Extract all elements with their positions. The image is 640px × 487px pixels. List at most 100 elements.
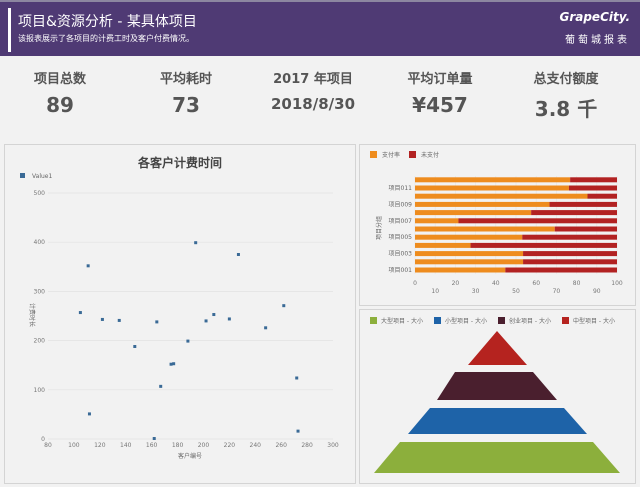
- scatter-point: [282, 304, 286, 308]
- scatter-x-tick: 160: [146, 442, 158, 449]
- bar-paid: [415, 267, 506, 273]
- scatter-y-tick: 100: [34, 387, 46, 394]
- scatter-point: [194, 241, 198, 245]
- bar-category-label: 项目005: [389, 234, 413, 241]
- bar-x-tick: 20: [452, 280, 460, 287]
- bar-unpaid: [554, 226, 617, 232]
- bar-unpaid: [549, 201, 617, 207]
- bar-paid: [415, 218, 459, 224]
- charts-canvas: 各客户计费时间 Value1 客户编号 计费时长 支付率 未支付 项目分组 0 1…: [20, 151, 623, 473]
- bar-paid: [415, 226, 555, 232]
- bar-unpaid: [531, 210, 617, 216]
- pyramid-legend-swatch: [434, 317, 441, 324]
- bar-paid: [415, 201, 550, 207]
- bar-x-tick: 100: [611, 280, 623, 287]
- bar-x-tick: 30: [472, 288, 480, 295]
- scatter-point: [236, 253, 240, 256]
- bar-x-tick: 60: [532, 280, 540, 287]
- scatter-point: [186, 339, 190, 343]
- scatter-x-tick: 140: [120, 442, 132, 449]
- bar-paid: [415, 234, 523, 240]
- scatter-y-tick: 300: [34, 288, 46, 295]
- scatter-y-tick: 400: [34, 239, 46, 246]
- bar-x-tick: 90: [593, 288, 601, 295]
- bar-unpaid: [587, 193, 617, 199]
- scatter-point: [227, 317, 231, 321]
- bar-category-label: 项目009: [389, 201, 413, 208]
- bar-x-tick: 70: [553, 288, 561, 295]
- bar-unpaid: [570, 177, 617, 183]
- bar-category-label: 项目007: [389, 218, 413, 225]
- bar-unpaid: [523, 259, 617, 265]
- scatter-x-tick: 280: [301, 442, 313, 449]
- scatter-legend-label[interactable]: Value1: [32, 173, 52, 180]
- scatter-x-tick: 120: [94, 442, 106, 449]
- pyramid-legend-label: 小型项目 - 大小: [445, 317, 487, 325]
- scatter-point: [296, 429, 300, 433]
- scatter-x-tick: 180: [172, 442, 184, 449]
- scatter-point: [100, 317, 104, 321]
- pyramid-legend-label: 大型项目 - 大小: [381, 317, 423, 325]
- scatter-title: 各客户计费时间: [137, 155, 222, 170]
- scatter-point: [264, 326, 268, 330]
- pyramid-level: [437, 372, 557, 400]
- bar-paid: [415, 210, 532, 216]
- pyramid-legend-swatch: [562, 317, 569, 324]
- bar-paid: [415, 242, 471, 248]
- scatter-point: [169, 362, 173, 366]
- bar-x-tick: 0: [413, 280, 417, 287]
- bar-legend-unpaid[interactable]: 未支付: [421, 151, 439, 159]
- scatter-x-tick: 300: [327, 442, 339, 449]
- scatter-point: [204, 319, 208, 323]
- bar-unpaid: [505, 267, 617, 273]
- bar-x-tick: 10: [431, 288, 439, 295]
- scatter-point: [133, 345, 137, 349]
- bar-category-label: 项目001: [389, 267, 413, 274]
- bar-unpaid: [470, 242, 617, 248]
- scatter-y-axis-title: 计费时长: [28, 303, 36, 327]
- scatter-x-tick: 200: [198, 442, 210, 449]
- scatter-x-axis-title: 客户编号: [178, 452, 202, 460]
- bar-paid: [415, 193, 588, 199]
- scatter-point: [295, 376, 299, 380]
- scatter-point: [86, 264, 90, 268]
- scatter-y-tick: 500: [34, 190, 46, 197]
- scatter-y-tick: 200: [34, 338, 46, 345]
- scatter-x-tick: 220: [224, 442, 236, 449]
- bar-category-label: 项目011: [389, 185, 413, 192]
- scatter-point: [87, 412, 91, 416]
- bar-legend-swatch-unpaid: [409, 151, 416, 158]
- scatter-point: [78, 311, 82, 315]
- bar-x-tick: 40: [492, 280, 500, 287]
- bar-x-tick: 50: [512, 288, 520, 295]
- bar-category-label: 项目003: [389, 251, 413, 258]
- bar-y-axis-title: 项目分组: [375, 216, 383, 240]
- scatter-legend-swatch: [20, 173, 25, 178]
- pyramid-legend-swatch: [498, 317, 505, 324]
- bar-unpaid: [568, 185, 617, 191]
- pyramid-legend-label: 中型项目 - 大小: [573, 317, 615, 325]
- pyramid-level: [408, 408, 587, 434]
- scatter-x-tick: 80: [44, 442, 52, 449]
- scatter-point: [117, 318, 121, 322]
- scatter-x-tick: 240: [250, 442, 262, 449]
- scatter-point: [172, 362, 176, 366]
- bar-legend-swatch-paid: [370, 151, 377, 158]
- bar-unpaid: [458, 218, 617, 224]
- bar-unpaid: [523, 251, 617, 257]
- pyramid-legend-label: 创业项目 - 大小: [509, 317, 551, 325]
- bar-legend-paid[interactable]: 支付率: [382, 151, 400, 159]
- scatter-x-tick: 100: [68, 442, 80, 449]
- scatter-point: [159, 384, 163, 388]
- bar-unpaid: [522, 234, 617, 240]
- scatter-point: [155, 320, 159, 324]
- bar-paid: [415, 177, 571, 183]
- scatter-point: [152, 437, 156, 441]
- bar-x-tick: 80: [573, 280, 581, 287]
- scatter-x-tick: 260: [275, 442, 287, 449]
- bar-paid: [415, 251, 524, 257]
- pyramid-level: [374, 442, 620, 473]
- bar-paid: [415, 185, 569, 191]
- pyramid-level: [468, 331, 527, 365]
- scatter-point: [212, 313, 216, 317]
